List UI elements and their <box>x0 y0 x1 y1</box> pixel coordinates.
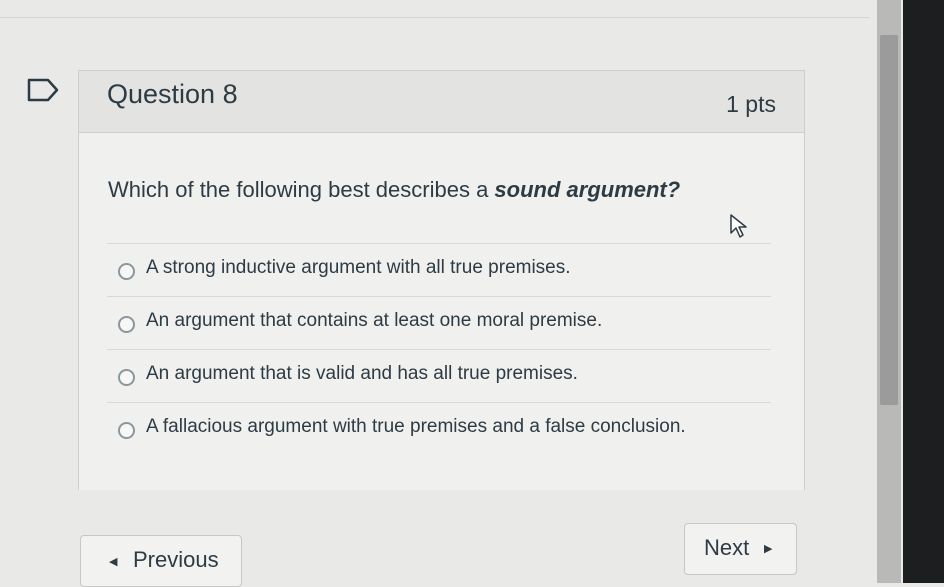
triangle-right-icon: ▶ <box>764 543 773 555</box>
answer-label: A strong inductive argument with all tru… <box>146 257 571 278</box>
radio-button[interactable] <box>118 263 135 280</box>
top-divider <box>0 17 870 18</box>
radio-button[interactable] <box>118 422 135 439</box>
previous-button[interactable]: ◀ Previous <box>80 535 242 587</box>
answer-option[interactable]: An argument that contains at least one m… <box>107 296 771 349</box>
question-points: 1 pts <box>726 91 776 117</box>
next-button-label: Next <box>704 535 750 560</box>
question-card: Question 8 1 pts Which of the following … <box>78 70 805 490</box>
radio-button[interactable] <box>118 316 135 333</box>
screen-bezel <box>903 0 944 583</box>
flag-question-icon[interactable] <box>26 78 60 102</box>
radio-button[interactable] <box>118 369 135 386</box>
question-text-prefix: Which of the following best describes a <box>108 177 495 202</box>
scrollbar-thumb[interactable] <box>880 35 898 405</box>
question-header: Question 8 1 pts <box>79 71 804 133</box>
previous-button-label: Previous <box>133 547 219 572</box>
answer-option[interactable]: A strong inductive argument with all tru… <box>107 243 771 296</box>
answer-label: An argument that contains at least one m… <box>146 310 603 331</box>
question-text: Which of the following best describes a … <box>108 177 680 203</box>
question-body: Which of the following best describes a … <box>79 133 804 490</box>
question-text-emphasis: sound argument? <box>494 177 681 202</box>
next-button[interactable]: Next ▶ <box>684 523 797 575</box>
answer-label: An argument that is valid and has all tr… <box>146 363 578 384</box>
triangle-left-icon: ◀ <box>109 556 118 568</box>
answer-list: A strong inductive argument with all tru… <box>107 243 771 455</box>
answer-option[interactable]: An argument that is valid and has all tr… <box>107 349 771 402</box>
answer-option[interactable]: A fallacious argument with true premises… <box>107 402 771 455</box>
answer-label: A fallacious argument with true premises… <box>146 416 686 437</box>
mouse-pointer-icon <box>730 214 747 238</box>
question-title: Question 8 <box>107 79 238 109</box>
